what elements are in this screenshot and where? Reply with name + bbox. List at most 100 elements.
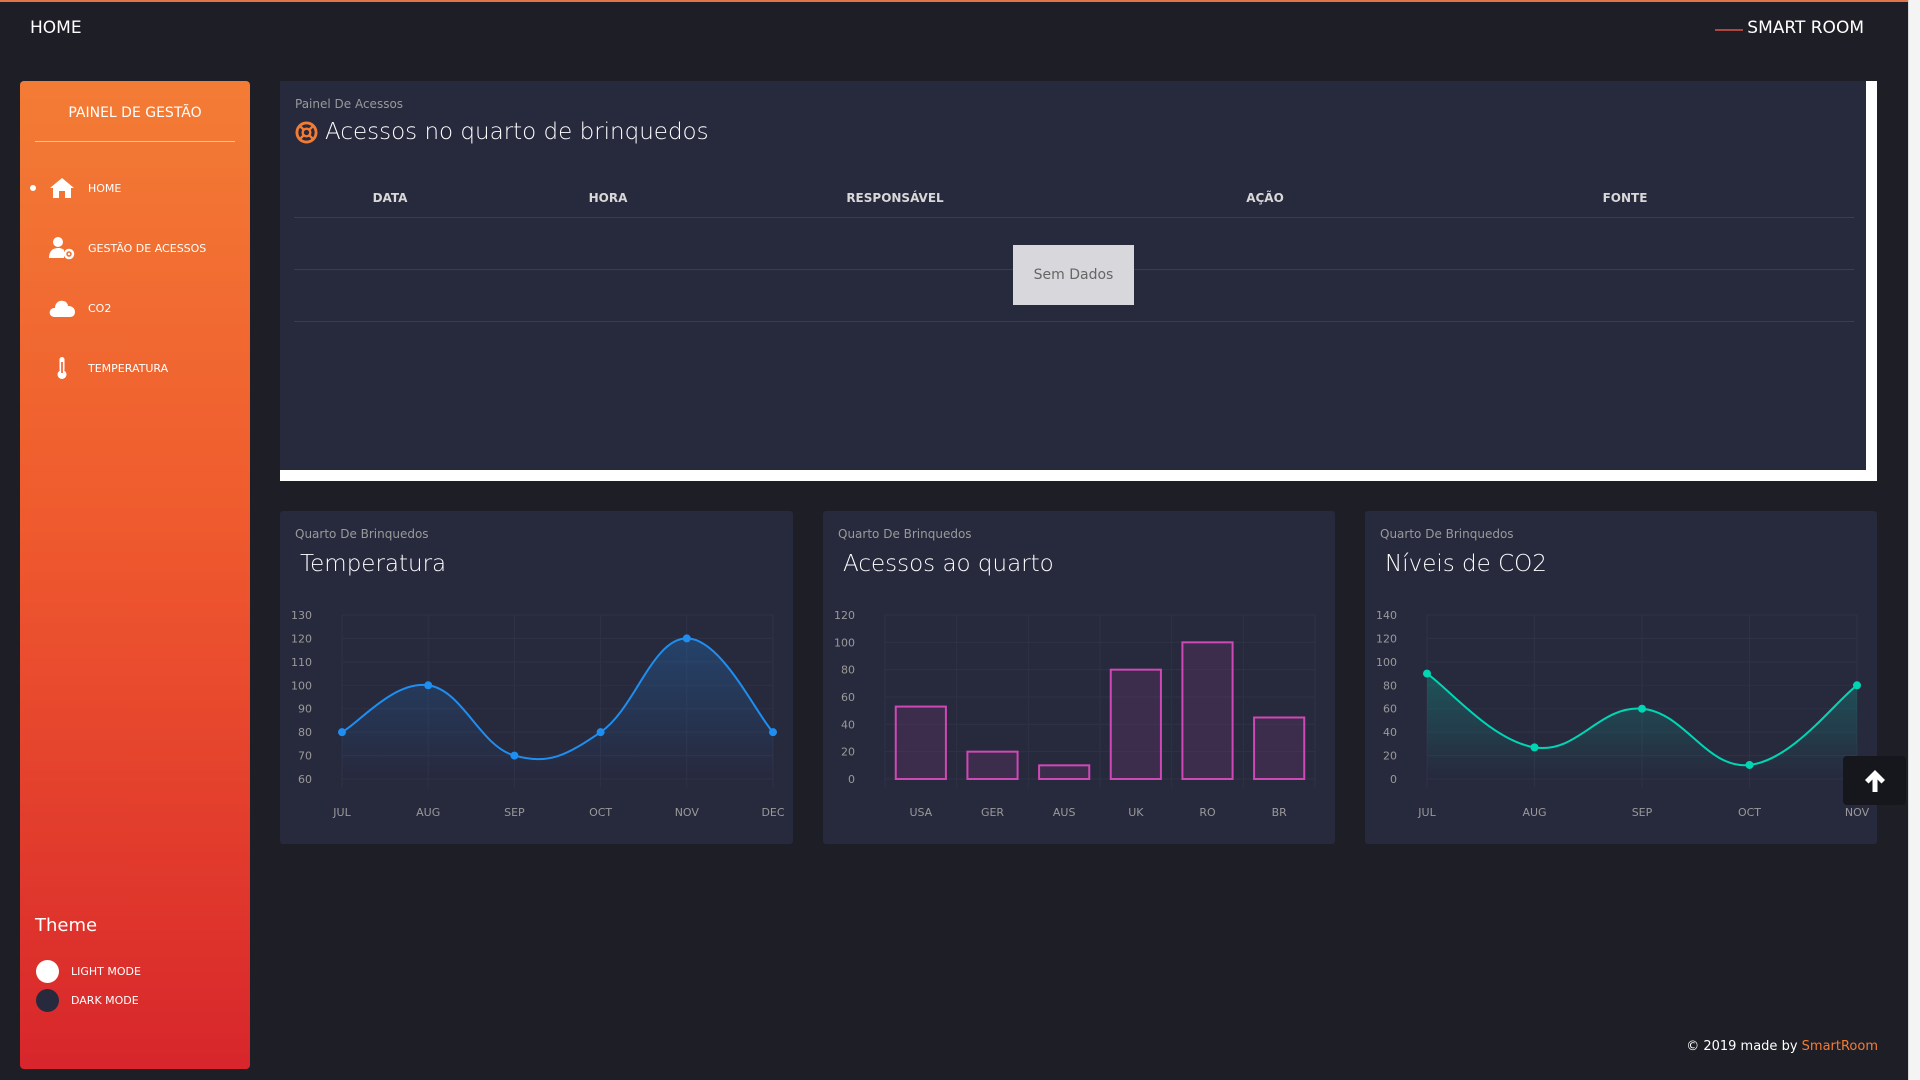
table-divider — [294, 217, 1854, 218]
data-point — [424, 681, 433, 690]
x-tick-label: AUG — [1522, 806, 1546, 819]
home-icon — [48, 174, 76, 202]
x-tick-label: DEC — [761, 806, 784, 819]
brand-logo-icon — [1715, 29, 1744, 31]
x-tick-label: RO — [1199, 806, 1216, 819]
y-tick-label: 40 — [1383, 726, 1397, 739]
data-point — [1423, 669, 1431, 678]
x-tick-label: GER — [981, 806, 1004, 819]
access-table-card: Painel De Acessos Acessos no quarto de b… — [280, 81, 1877, 481]
x-tick-label: NOV — [675, 806, 700, 819]
sidebar-item-label: TEMPERATURA — [88, 361, 169, 375]
sidebar-item-temperatura[interactable]: TEMPERATURA — [20, 348, 250, 388]
x-tick-label: JUL — [1417, 806, 1436, 819]
footer-text: © 2019 made by — [1686, 1039, 1798, 1054]
data-point — [338, 728, 346, 737]
x-tick-label: UK — [1128, 806, 1144, 819]
sidebar-item-home[interactable]: HOME — [20, 168, 250, 208]
table-divider — [294, 321, 1854, 322]
bar — [1181, 641, 1234, 780]
sidebar-item-label: GESTÃO DE ACESSOS — [88, 241, 207, 255]
light-mode-label: LIGHT MODE — [71, 964, 141, 978]
column-header-data[interactable]: DATA — [335, 191, 445, 205]
co2-card: Quarto De Brinquedos Níveis de CO2 0 20 40… — [1365, 511, 1877, 844]
footer: © 2019 made by SmartRoom — [1686, 1039, 1878, 1054]
sidebar-item-co2[interactable]: CO2 — [20, 288, 250, 328]
y-tick-label: 60 — [841, 691, 855, 704]
y-tick-label: 110 — [291, 656, 312, 669]
co2-chart[interactable]: 0 20 40 60 80 100 120 140 JUL AUG SEP OCT NOV — [1365, 511, 1877, 844]
page-title[interactable]: HOME — [30, 18, 82, 38]
data-point — [1853, 681, 1861, 690]
brand[interactable]: SMART ROOM — [1715, 18, 1864, 38]
sidebar-title[interactable]: PAINEL DE GESTÃO — [20, 105, 250, 121]
bar — [1109, 668, 1162, 781]
light-mode-swatch[interactable] — [36, 959, 59, 983]
light-mode-option[interactable]: LIGHT MODE — [36, 959, 141, 983]
data-point — [510, 751, 519, 760]
arrow-up-icon — [1864, 769, 1885, 792]
card-title: Acessos no quarto de brinquedos — [295, 119, 709, 145]
bar — [1038, 764, 1091, 780]
back-to-top-button[interactable] — [1843, 756, 1906, 805]
y-tick-label: 120 — [834, 609, 855, 622]
y-tick-label: 0 — [848, 773, 855, 786]
support-icon — [295, 120, 318, 144]
thermometer-icon — [48, 354, 76, 382]
footer-link[interactable]: SmartRoom — [1802, 1039, 1878, 1054]
sidebar-item-gestao-de-acessos[interactable]: GESTÃO DE ACESSOS — [20, 228, 250, 268]
y-tick-label: 60 — [298, 773, 312, 786]
x-tick-label: SEP — [1632, 806, 1653, 819]
y-tick-label: 90 — [298, 703, 312, 716]
dark-mode-option[interactable]: DARK MODE — [36, 988, 139, 1012]
y-tick-label: 20 — [841, 746, 855, 759]
x-tick-label: SEP — [504, 806, 525, 819]
page-scrollbar[interactable] — [1908, 0, 1920, 1080]
dark-mode-label: DARK MODE — [71, 993, 139, 1007]
x-tick-label: AUS — [1053, 806, 1076, 819]
data-point — [769, 728, 777, 737]
bar — [894, 705, 947, 780]
access-chart-card: Quarto De Brinquedos Acessos ao quarto 0… — [823, 511, 1335, 844]
active-indicator — [30, 185, 36, 191]
sidebar: PAINEL DE GESTÃO HOME GESTÃO DE ACESSOS … — [20, 81, 250, 1069]
temperature-chart[interactable]: 60 70 80 90 100 110 120 130 JUL AUG SEP OCT NOV DEC — [280, 511, 793, 844]
x-tick-label: OCT — [1738, 806, 1761, 819]
empty-state-label: Sem Dados — [1013, 245, 1134, 305]
brand-label: SMART ROOM — [1747, 18, 1864, 38]
bar — [966, 750, 1019, 781]
access-chart[interactable]: 0 20 40 60 80 100 120 USA GER AUS UK RO BR — [823, 511, 1335, 844]
column-header-fonte[interactable]: FONTE — [1570, 191, 1680, 205]
theme-title: Theme — [35, 915, 98, 936]
card-subtitle: Painel De Acessos — [295, 97, 404, 111]
column-header-acao[interactable]: AÇÃO — [1210, 191, 1320, 205]
sidebar-divider — [35, 141, 235, 142]
y-tick-label: 140 — [1376, 609, 1397, 622]
sidebar-item-label: CO2 — [88, 301, 112, 315]
y-tick-label: 100 — [291, 679, 312, 692]
sidebar-item-label: HOME — [88, 181, 122, 195]
dark-mode-swatch[interactable] — [36, 988, 59, 1012]
y-tick-label: 80 — [841, 664, 855, 677]
y-tick-label: 40 — [841, 718, 855, 731]
x-tick-label: USA — [909, 806, 932, 819]
x-tick-label: OCT — [589, 806, 612, 819]
column-header-responsavel[interactable]: RESPONSÁVEL — [820, 191, 970, 205]
column-header-hora[interactable]: HORA — [553, 191, 663, 205]
y-tick-label: 120 — [291, 632, 312, 645]
user-gear-icon — [48, 234, 76, 262]
bar — [1253, 716, 1306, 780]
data-point — [1638, 704, 1646, 713]
data-point — [682, 634, 691, 643]
y-tick-label: 80 — [1383, 679, 1397, 692]
card-title-text: Acessos no quarto de brinquedos — [325, 119, 709, 145]
y-tick-label: 100 — [1376, 656, 1397, 669]
data-point — [1530, 743, 1539, 752]
y-tick-label: 130 — [291, 609, 312, 622]
y-tick-label: 0 — [1390, 773, 1397, 786]
y-tick-label: 20 — [1383, 750, 1397, 763]
y-tick-label: 80 — [298, 726, 312, 739]
x-tick-label: BR — [1272, 806, 1288, 819]
y-tick-label: 120 — [1376, 632, 1397, 645]
cloud-icon — [48, 294, 76, 322]
